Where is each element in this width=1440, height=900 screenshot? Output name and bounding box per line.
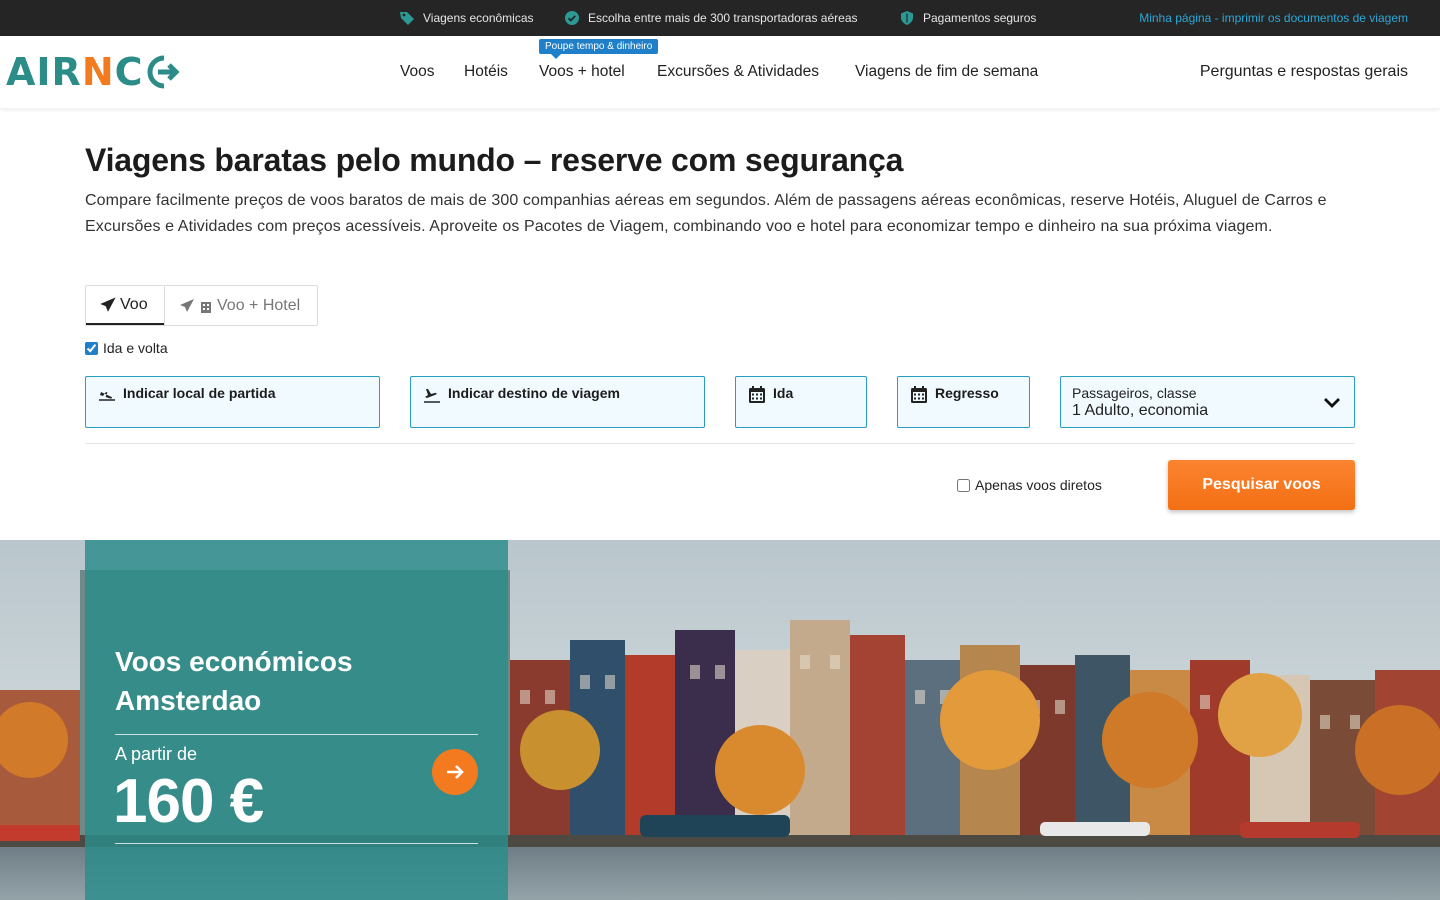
intro-text: Compare facilmente preços de voos barato… [85, 192, 1327, 235]
tab-flight-label: Voo [120, 295, 148, 313]
passengers-class-select[interactable]: Passageiros, classe 1 Adulto, economia [1060, 376, 1355, 428]
promo-title: Voos económicos Amsterdao [115, 646, 353, 716]
logo-arrow-icon [147, 55, 180, 89]
destination-label: Indicar destino de viagem [448, 385, 620, 401]
usp-cheap-travel: Viagens econômicas [399, 0, 534, 36]
direct-flights-checkbox[interactable] [957, 478, 970, 492]
passengers-label: Passageiros, classe [1072, 385, 1197, 401]
building-icon [201, 301, 211, 313]
direct-flights-label: Apenas voos diretos [975, 477, 1102, 493]
my-page-link[interactable]: Minha página - imprimir os documentos de… [1139, 0, 1408, 36]
round-trip-checkbox[interactable] [85, 341, 98, 355]
check-badge-icon [565, 11, 579, 25]
nav-flights[interactable]: Voos [400, 36, 434, 108]
tab-flight[interactable]: Voo [86, 286, 164, 325]
search-tabs: Voo Voo + Hotel [85, 285, 318, 326]
tag-icon [400, 12, 414, 25]
tab-flight-hotel-label: Voo + Hotel [217, 296, 301, 314]
promo-card[interactable]: Voos económicos Amsterdao A partir de 16… [85, 540, 508, 900]
usp-secure-payments: Pagamentos seguros [899, 0, 1036, 36]
passengers-value: 1 Adulto, economia [1072, 402, 1209, 419]
promo-from-label: A partir de [115, 744, 198, 764]
nav-excursions[interactable]: Excursões & Atividades [657, 36, 819, 108]
nav-flight-hotel[interactable]: Voos + hotel [539, 36, 625, 108]
form-divider [85, 443, 1355, 444]
origin-field[interactable]: Indicar local de partida [85, 376, 380, 428]
usp-carriers: Escolha entre mais de 300 transportadora… [564, 0, 858, 36]
depart-date-label: Ida [773, 385, 794, 401]
tab-flight-hotel[interactable]: Voo + Hotel [164, 286, 314, 325]
round-trip-option[interactable]: Ida e volta [85, 340, 168, 356]
page-title: Viagens baratas pelo mundo – reserve com… [85, 142, 904, 178]
calendar-icon [749, 386, 765, 403]
plane-icon [100, 296, 116, 312]
plane-icon [180, 298, 194, 312]
promo-price: 160 € [113, 767, 264, 836]
faq-link[interactable]: Perguntas e respostas gerais [1200, 36, 1408, 108]
main-header: AIR N C Voos Hotéis Poupe tempo & dinheiro… [0, 36, 1440, 108]
promo-divider-top [115, 734, 478, 735]
chevron-down-icon [1324, 398, 1340, 408]
promo-divider-bottom [115, 843, 478, 844]
round-trip-label: Ida e volta [103, 340, 168, 356]
search-flights-button[interactable]: Pesquisar voos [1168, 460, 1355, 510]
usp-carriers-label: Escolha entre mais de 300 transportadora… [588, 11, 858, 25]
arrival-plane-icon [424, 389, 440, 403]
origin-label: Indicar local de partida [123, 385, 276, 401]
calendar-icon [911, 386, 927, 403]
usp-cheap-travel-label: Viagens econômicas [423, 11, 534, 25]
shield-icon [901, 11, 913, 25]
top-bar: Viagens econômicas Escolha entre mais de… [0, 0, 1440, 36]
direct-flights-option[interactable]: Apenas voos diretos [957, 477, 1102, 493]
usp-secure-payments-label: Pagamentos seguros [923, 11, 1037, 25]
airnco-logo[interactable]: AIR N C [6, 50, 182, 94]
destination-field[interactable]: Indicar destino de viagem [410, 376, 705, 428]
depart-date-field[interactable]: Ida [735, 376, 867, 428]
return-date-label: Regresso [935, 385, 999, 401]
promo-arrow-button[interactable] [432, 749, 478, 795]
departure-plane-icon [99, 392, 115, 401]
nav-hotels[interactable]: Hotéis [464, 36, 508, 108]
destination-banner: Voos económicos Amsterdao A partir de 16… [0, 540, 1440, 900]
nav-weekend-trips[interactable]: Viagens de fim de semana [855, 36, 1038, 108]
arrow-right-icon [447, 765, 464, 779]
return-date-field[interactable]: Regresso [897, 376, 1030, 428]
